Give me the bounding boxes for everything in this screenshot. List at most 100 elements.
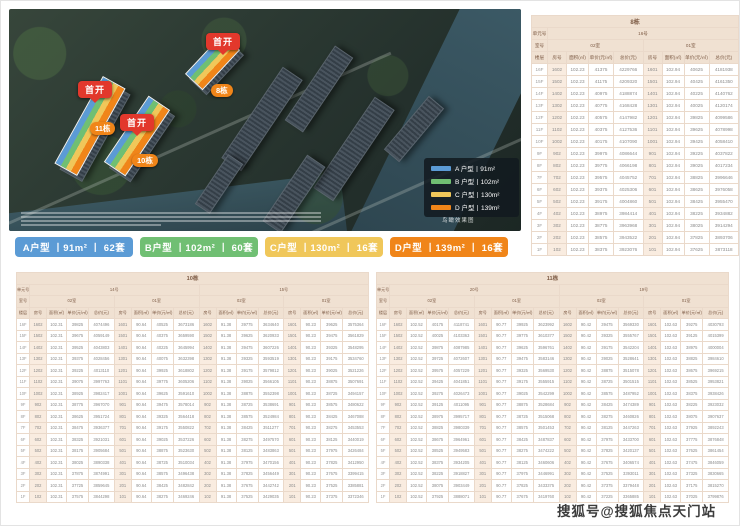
table-cell: 37925 — [681, 422, 703, 434]
table-cell: 9F — [17, 399, 30, 411]
table-cell: 40525 — [151, 319, 173, 331]
table-cell: 91.38 — [216, 468, 236, 480]
table-cell: 102.63 — [661, 468, 681, 480]
table-cell: 12F — [17, 365, 30, 377]
table-cell: 901 — [284, 399, 301, 411]
table-cell: 3555915 — [533, 376, 559, 388]
table-cell: 402 — [559, 457, 576, 469]
table-cell: 39775 — [151, 376, 173, 388]
table-cell: 602 — [30, 434, 47, 446]
table-cell: 3918827 — [449, 468, 475, 480]
legend-label: B 户型丨102m² — [455, 176, 499, 186]
table-cell: 702 — [390, 422, 407, 434]
table-cell: 39675 — [67, 330, 89, 342]
table-cell: 301 — [284, 468, 301, 480]
table-cell: 3893706 — [709, 232, 739, 244]
table-row: 3F302102.5238225391882730190.77379753446… — [377, 468, 729, 480]
table-row: 2F202102.3137725385964520190.64384253482… — [17, 480, 369, 492]
table-cell: 90.42 — [576, 342, 596, 354]
table-cell: 3846059 — [703, 457, 729, 469]
table-cell: 3830665 — [703, 468, 729, 480]
table-cell: 90.23 — [301, 445, 321, 457]
table-cell: 38425 — [151, 480, 173, 492]
table-cell: 102.63 — [661, 480, 681, 492]
legend-label: A 户型丨91m² — [455, 163, 495, 173]
table-cell: 7F — [532, 172, 548, 184]
table-cell: 9F — [377, 399, 390, 411]
legend-color-chip — [431, 179, 451, 184]
table-cell: 38225 — [681, 399, 703, 411]
table-cell: 4004860 — [614, 196, 644, 208]
table-cell: 3474389 — [618, 399, 644, 411]
table-cell: 1202 — [390, 365, 407, 377]
table-cell: 3467088 — [343, 411, 369, 423]
table-row: 13F1302102.234077541684281301102.9440025… — [532, 100, 739, 112]
table-cell: 38425 — [511, 434, 533, 446]
table-cell: 502 — [390, 445, 407, 457]
column-header-cell: 总价(元) — [533, 307, 559, 319]
table-cell: 1102 — [559, 376, 576, 388]
table-cell: 602 — [548, 184, 567, 196]
table-cell: 102.52 — [407, 353, 427, 365]
table-cell: 501 — [474, 445, 491, 457]
table-cell: 1402 — [199, 342, 216, 354]
table-cell: 701 — [643, 172, 662, 184]
table-cell: 1202 — [199, 365, 216, 377]
table-cell: 102.52 — [407, 422, 427, 434]
table-cell: 1401 — [474, 342, 491, 354]
table-cell: 602 — [390, 434, 407, 446]
table-row: 15F1502102.234117542093201501102.9440425… — [532, 76, 739, 88]
table-cell: 501 — [284, 445, 301, 457]
table-cell: 16F — [532, 64, 548, 76]
table-cell: 3610377 — [533, 330, 559, 342]
table-cell: 102.31 — [47, 353, 67, 365]
table-cell: 1001 — [114, 388, 131, 400]
table-cell: 38275 — [321, 422, 343, 434]
table-cell: 40025 — [427, 330, 449, 342]
table-cell: 1601 — [284, 319, 301, 331]
table-cell: 37675 — [321, 468, 343, 480]
table-cell: 4028456 — [89, 353, 115, 365]
table-cell: 13F — [532, 100, 548, 112]
table-cell: 1301 — [474, 353, 491, 365]
page: 首开 首开 首开 11栋 10栋 8栋 A 户型丨91m² B 户型丨102m²… — [0, 0, 740, 526]
table-cell: 91.38 — [216, 422, 236, 434]
table-cell: 1502 — [390, 330, 407, 342]
table-cell: 3393011 — [618, 468, 644, 480]
table-cell: 1602 — [30, 319, 47, 331]
table-cell: 102.31 — [47, 457, 67, 469]
column-header-cell: 面积(㎡) — [576, 307, 596, 319]
table-cell: 3969215 — [703, 365, 729, 377]
table-cell: 3861454 — [703, 445, 729, 457]
unit-type-legend: A 户型丨91m² B 户型丨102m² C 户型丨130m² D 户型丨139… — [424, 158, 519, 217]
table-cell: 3888071 — [449, 491, 475, 503]
price-table-building-8: 8栋单元号16号室号02室01室楼层房号面积(㎡)单价(元/㎡)总价(元)房号面… — [531, 15, 739, 256]
room-header-cell: 01室 — [474, 296, 559, 308]
table-cell: 701 — [284, 422, 301, 434]
table-cell: 102.52 — [407, 457, 427, 469]
table-cell: 1001 — [284, 388, 301, 400]
table-cell: 1401 — [114, 342, 131, 354]
table-cell: 3426484 — [343, 445, 369, 457]
table-row: 4F402102.23389753984414401102.9438225393… — [532, 208, 739, 220]
table-row: 12F1202102.52395754057229120190.77393253… — [377, 365, 729, 377]
table-cell: 90.42 — [576, 468, 596, 480]
table-row: 8F802102.23397754066198801102.9439025401… — [532, 160, 739, 172]
table-cell: 38775 — [589, 220, 614, 232]
table-cell: 3645994 — [173, 342, 199, 354]
table-cell: 90.23 — [301, 353, 321, 365]
table-cell: 38875 — [151, 445, 173, 457]
table-cell: 1302 — [559, 353, 576, 365]
table-cell: 1102 — [199, 376, 216, 388]
table-cell: 3524984 — [258, 411, 284, 423]
table-cell: 3949583 — [449, 445, 475, 457]
table-cell: 39025 — [596, 353, 618, 365]
table-cell: 102.52 — [407, 411, 427, 423]
table-header-row: 室号02室01室 — [532, 40, 739, 52]
table-cell: 102.63 — [661, 445, 681, 457]
room-header-cell: 01室 — [643, 40, 739, 52]
table-cell: 38125 — [511, 457, 533, 469]
table-cell: 38225 — [427, 468, 449, 480]
table-cell: 39275 — [681, 319, 703, 331]
table-cell: 40225 — [151, 342, 173, 354]
